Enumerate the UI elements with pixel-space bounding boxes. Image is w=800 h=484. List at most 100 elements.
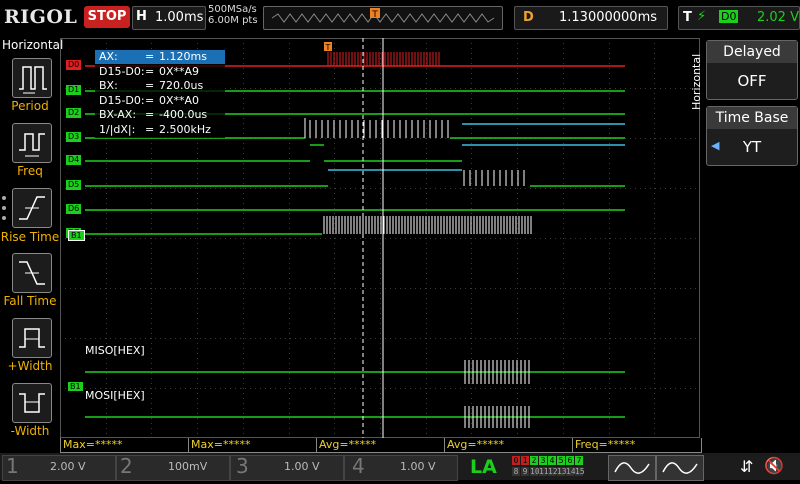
digital-channel-tile: 2 — [530, 456, 538, 465]
cursor-value: 0X**A0 — [159, 93, 200, 107]
ax-key: AX: — [99, 50, 118, 63]
speaker-muted-icon[interactable]: 🔇 — [764, 456, 784, 475]
digital-channel-tile: 7 — [575, 456, 583, 465]
miso-bus-label: MISO[HEX] — [85, 344, 145, 357]
mosi-bus-label: MOSI[HEX] — [85, 389, 145, 402]
trigger-edge-icon: ⚡ — [697, 9, 707, 24]
rise-time-label: Rise Time — [0, 230, 60, 244]
trigger-label: T — [683, 10, 692, 25]
fall-time-button[interactable] — [12, 253, 52, 293]
channel-tag-d3: D3 — [66, 132, 82, 142]
cursor-value: -400.0us — [159, 108, 208, 121]
digital-channel-tile: 14 — [566, 467, 576, 476]
page-indicator — [2, 196, 6, 226]
trigger-level: 2.02 V — [757, 10, 799, 25]
timebase-readout[interactable]: H 1.00ms — [132, 6, 206, 30]
digital-channel-tile: 12 — [548, 467, 558, 476]
sine-wave-icon — [614, 462, 650, 474]
delayed-label: Delayed — [707, 41, 797, 63]
time-base-button[interactable]: Time Base ◀ YT — [706, 106, 798, 166]
cursor-value: 2.500kHz — [159, 122, 211, 136]
cursor-key: BX-AX: — [99, 108, 137, 121]
logic-analyzer-label[interactable]: LA — [470, 456, 497, 478]
fall-time-icon — [19, 261, 45, 285]
pos-width-icon — [19, 328, 45, 348]
measurement-item[interactable]: Avg=***** — [316, 438, 446, 453]
channel-1-number: 1 — [6, 454, 19, 478]
neg-width-label: -Width — [10, 424, 50, 438]
channel-tag-d4: D4 — [66, 155, 82, 165]
b1-marker-bottom: B1 — [68, 382, 83, 391]
digital-channel-tile: 8 — [512, 467, 520, 476]
digital-channel-tile: 9 — [521, 467, 529, 476]
cursor-key: BX: — [99, 79, 118, 92]
neg-width-icon — [19, 393, 45, 413]
digital-channel-tile: 5 — [557, 456, 565, 465]
cursor-readout-box: AX: = 1.120ms D15-D0:= 0X**A9 BX: = 720.0us D… — [95, 50, 225, 138]
fall-time-label: Fall Time — [3, 294, 57, 308]
measurement-item[interactable]: Max=***** — [60, 438, 190, 453]
delayed-button[interactable]: Delayed OFF — [706, 40, 798, 100]
pos-width-button[interactable] — [12, 318, 52, 358]
channel-2-scale: 100mV — [168, 460, 208, 473]
cursor-key: D15-D0: — [99, 93, 145, 107]
delayed-value: OFF — [737, 72, 767, 90]
digital-channel-tile: 1 — [521, 456, 529, 465]
period-label: Period — [11, 99, 49, 113]
pos-width-label: +Width — [7, 359, 53, 373]
timebase-value: 1.00ms — [155, 10, 204, 25]
freq-label: Freq — [17, 164, 43, 178]
digital-channel-tile: 4 — [548, 456, 556, 465]
delay-label: D — [523, 10, 534, 25]
digital-channel-tile: 15 — [575, 467, 585, 476]
trigger-readout[interactable]: T ⚡ D0 2.02 V — [678, 6, 800, 30]
horizontal-label: H — [136, 9, 147, 24]
measurement-item[interactable]: Avg=***** — [444, 438, 574, 453]
channel-tag-d0: D0 — [66, 60, 82, 70]
channel-1-scale: 2.00 V — [50, 460, 86, 473]
rise-time-icon — [19, 196, 45, 220]
left-soft-menu: Horizontal Period Freq Rise Time Fall Ti… — [0, 38, 64, 440]
sample-rate-readout: 500MSa/s 6.00M pts — [208, 4, 258, 26]
measurement-item[interactable]: Max=***** — [188, 438, 318, 453]
period-button[interactable] — [12, 58, 52, 98]
period-icon — [19, 66, 47, 94]
svg-text:T: T — [371, 10, 378, 20]
measurement-bar: Max=***** Max=***** Avg=***** Avg=***** … — [60, 438, 702, 453]
sine-wave-icon — [662, 462, 698, 474]
menu-title: Horizontal — [2, 38, 64, 52]
ax-value: 1.120ms — [159, 50, 207, 63]
digital-channel-tile: 0 — [512, 456, 520, 465]
digital-channel-tile: 6 — [566, 456, 574, 465]
channel-2-number: 2 — [120, 454, 133, 478]
waveform-generator-1-button[interactable] — [608, 455, 656, 481]
svg-text:T: T — [325, 43, 331, 52]
waveform-generator-2-button[interactable] — [656, 455, 704, 481]
memory-depth: 6.00M pts — [208, 15, 258, 26]
cursor-value: 0X**A9 — [159, 64, 200, 78]
freq-icon — [19, 133, 45, 157]
delay-readout[interactable]: D 1.13000000ms — [514, 6, 668, 30]
channel-3-number: 3 — [236, 454, 249, 478]
time-base-label: Time Base — [707, 107, 797, 129]
channel-tag-d2: D2 — [66, 108, 82, 118]
neg-width-button[interactable] — [12, 383, 52, 423]
cursor-key: 1/|dX|: — [99, 122, 136, 136]
channel-4-number: 4 — [352, 454, 365, 478]
digital-channel-tile: 13 — [557, 467, 567, 476]
digital-channel-tile: 11 — [539, 467, 549, 476]
b1-marker-top: B1 — [68, 230, 85, 241]
memory-overview-strip[interactable]: T — [263, 6, 503, 30]
rise-time-button[interactable] — [12, 188, 52, 228]
channel-tag-d1: D1 — [66, 85, 82, 95]
measurement-item[interactable]: Freq=***** — [572, 438, 702, 453]
freq-button[interactable] — [12, 123, 52, 163]
cursor-ax-row: AX: = 1.120ms — [95, 50, 225, 64]
channel-4-scale: 1.00 V — [400, 460, 436, 473]
delay-value: 1.13000000ms — [559, 10, 658, 25]
time-base-value: YT — [742, 138, 762, 156]
run-stop-badge[interactable]: STOP — [84, 6, 130, 28]
cursor-value: 720.0us — [159, 79, 204, 92]
digital-channel-tile: 3 — [539, 456, 547, 465]
channel-tag-d5: D5 — [66, 180, 82, 190]
